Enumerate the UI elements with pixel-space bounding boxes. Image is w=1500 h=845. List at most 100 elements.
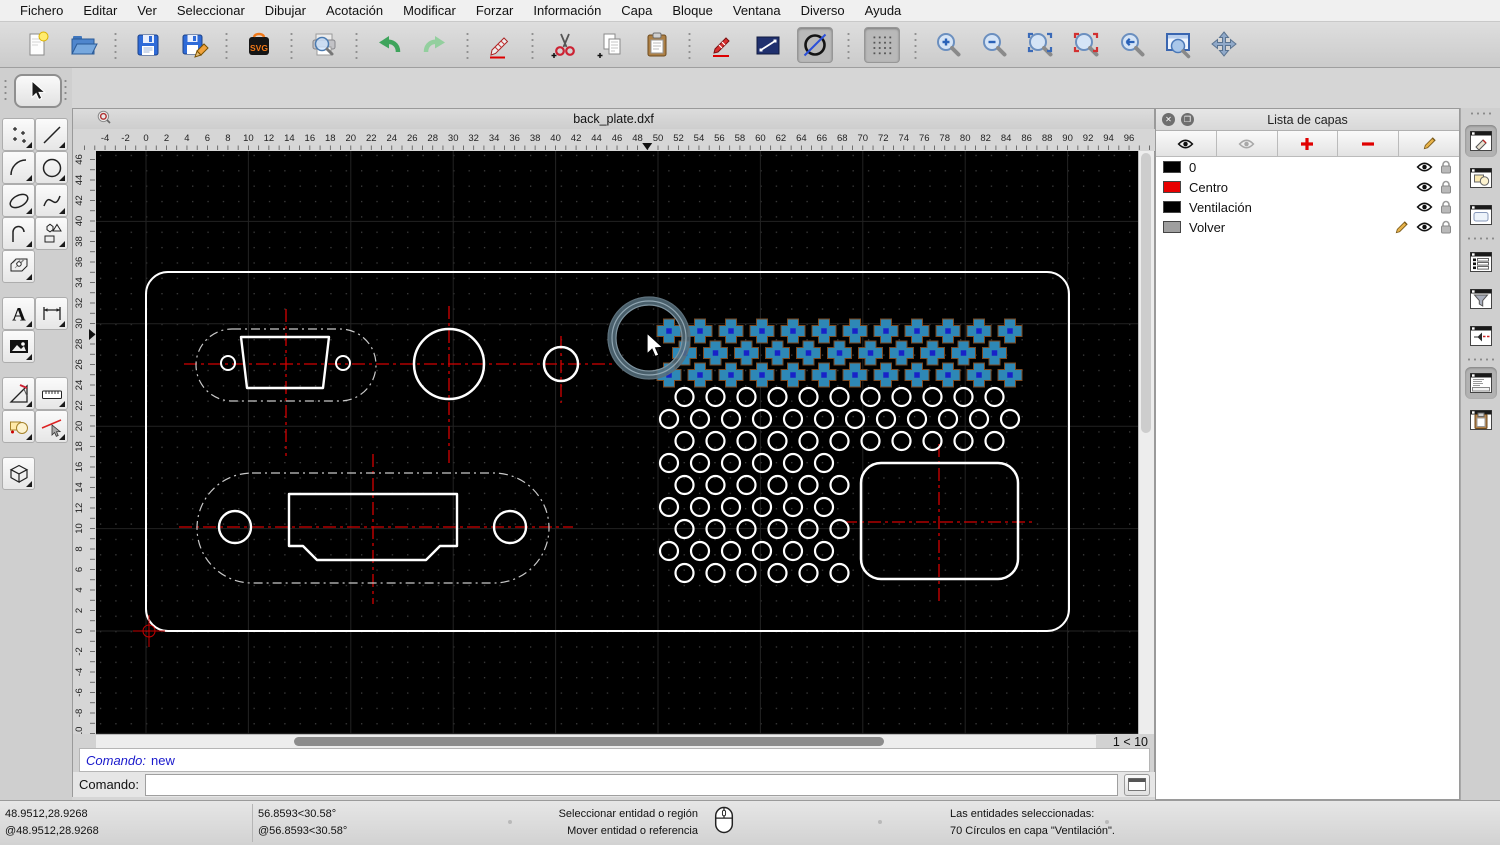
menu-seleccionar[interactable]: Seleccionar [167,3,255,18]
vertical-scrollbar[interactable] [1138,151,1154,734]
polar-coordinate-display: 56.8593<30.58° @56.8593<30.58° [258,806,347,840]
save-button[interactable] [131,28,165,62]
save-as-button[interactable] [177,28,211,62]
layer-lock-toggle[interactable] [1439,160,1453,174]
paste-button[interactable] [640,28,674,62]
select-entity-tool-button[interactable] [35,410,68,443]
menu-capa[interactable]: Capa [611,3,662,18]
edit-pen-button[interactable] [705,28,739,62]
layer-lock-toggle[interactable] [1439,220,1453,234]
layer-row-Volver[interactable]: Volver [1156,217,1459,237]
menu-dibujar[interactable]: Dibujar [255,3,316,18]
open-file-button[interactable] [66,28,100,62]
menu-fichero[interactable]: Fichero [10,3,73,18]
dock-filter-button[interactable] [1465,283,1497,315]
dimension-tool-button[interactable] [35,297,68,330]
horizontal-scrollbar[interactable] [96,734,1096,749]
menu-diverso[interactable]: Diverso [791,3,855,18]
dock-blocks-button[interactable] [1465,162,1497,194]
dock-command-button[interactable] [1465,367,1497,399]
arc-tool-button[interactable] [2,151,35,184]
menu-ver[interactable]: Ver [127,3,167,18]
layer-visibility-toggle[interactable] [1416,161,1433,173]
dock-clipboard-button[interactable] [1465,404,1497,436]
draw-line-tool-button[interactable] [751,28,785,62]
layer-lock-toggle[interactable] [1439,180,1453,194]
hatch-tool-button[interactable] [2,250,35,283]
delete-entity-button[interactable] [483,28,517,62]
menu-ventana[interactable]: Ventana [723,3,791,18]
document-tab-bar[interactable]: back_plate.dxf [73,109,1154,130]
modify-tool-button[interactable] [2,377,35,410]
layer-row-Centro[interactable]: Centro [1156,177,1459,197]
circle-tool-button[interactable] [35,151,68,184]
copy-button[interactable] [594,28,628,62]
svg-text:74: 74 [898,133,909,144]
svg-text:6: 6 [74,567,85,572]
draw-circle-tool-button[interactable] [797,26,833,63]
text-tool-button[interactable]: A [2,297,35,330]
layer-visibility-toggle[interactable] [1416,201,1433,213]
polygon-tool-button[interactable] [35,217,68,250]
new-file-button[interactable] [20,28,54,62]
remove-layer-button[interactable] [1338,131,1400,156]
edit-layer-button[interactable] [1399,131,1459,156]
zoom-previous-button[interactable] [1115,28,1149,62]
grid-toggle-button[interactable] [864,26,900,63]
ellipse-tool-button[interactable] [2,184,35,217]
show-all-layers-button[interactable] [1156,131,1217,156]
layer-visibility-toggle[interactable] [1416,181,1433,193]
points-tool-button[interactable] [2,118,35,151]
zoom-in-button[interactable] [931,28,965,62]
menu-información[interactable]: Información [523,3,611,18]
image-tool-button[interactable] [2,330,35,363]
menu-editar[interactable]: Editar [73,3,127,18]
menu-ayuda[interactable]: Ayuda [855,3,912,18]
dock-separator [1465,357,1497,362]
measure-tool-button[interactable] [35,377,68,410]
layer-lock-toggle[interactable] [1439,200,1453,214]
zoom-selection-button[interactable] [1069,28,1103,62]
zoom-auto-button[interactable] [1023,28,1057,62]
line-tool-button[interactable] [35,118,68,151]
cad-canvas[interactable] [96,151,1139,734]
menu-forzar[interactable]: Forzar [466,3,524,18]
cut-button[interactable] [548,28,582,62]
zoom-window-button[interactable] [1161,28,1195,62]
horizontal-scrollbar-thumb[interactable] [294,737,884,746]
undo-button[interactable] [372,28,406,62]
menu-modificar[interactable]: Modificar [393,3,466,18]
dock-filter-icon [1470,289,1492,309]
dock-clipboard-icon [1470,410,1492,430]
pan-button[interactable] [1207,28,1241,62]
close-panel-button[interactable]: ✕ [1162,113,1175,126]
dock-library-button[interactable] [1465,199,1497,231]
block-tool-button[interactable] [2,410,35,443]
select-tool-button[interactable] [14,74,62,108]
layer-row-0[interactable]: 0 [1156,157,1459,177]
dock-layers-button[interactable] [1465,125,1497,157]
command-input[interactable] [144,773,1118,796]
svg-text:28: 28 [427,133,438,144]
menu-bloque[interactable]: Bloque [662,3,722,18]
dock-entity-list-button[interactable] [1465,246,1497,278]
print-preview-button[interactable] [307,28,341,62]
dock-matrix-button[interactable] [1465,320,1497,352]
polyline-tool-button[interactable] [2,217,35,250]
spline-tool-button[interactable] [35,184,68,217]
vertical-scrollbar-thumb[interactable] [1141,153,1151,433]
hide-all-layers-button[interactable] [1216,131,1278,156]
svg-text:72: 72 [878,133,889,144]
redo-button[interactable] [418,28,452,62]
toolbar-separator [290,30,293,59]
solid-tool-button[interactable] [2,457,35,490]
command-detach-button[interactable] [1124,773,1150,796]
cad-drawing [96,151,1139,734]
layer-visibility-toggle[interactable] [1416,221,1433,233]
export-svg-button[interactable]: SVG [242,28,276,62]
add-layer-button[interactable] [1277,131,1339,156]
zoom-out-button[interactable] [977,28,1011,62]
undock-panel-button[interactable]: ❐ [1181,113,1194,126]
layer-row-Ventilación[interactable]: Ventilación [1156,197,1459,217]
menu-acotación[interactable]: Acotación [316,3,393,18]
